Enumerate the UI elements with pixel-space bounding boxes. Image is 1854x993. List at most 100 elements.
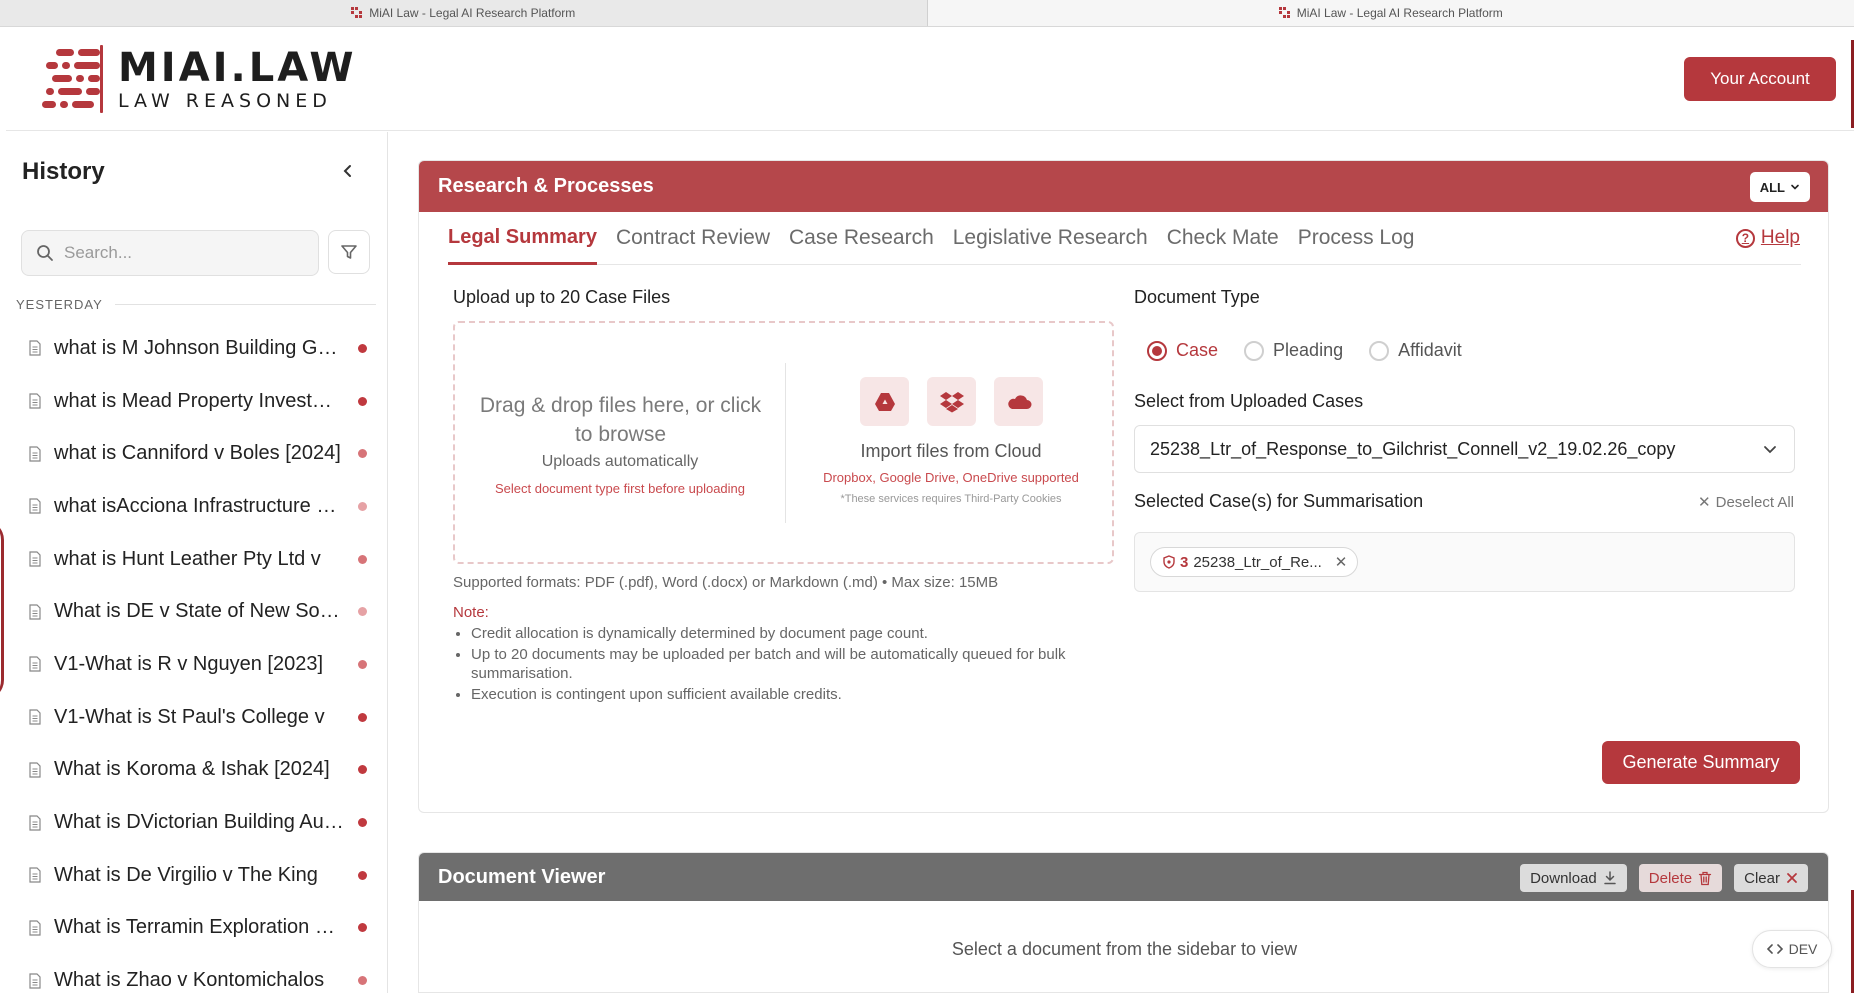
history-item[interactable]: What is Terramin Exploration Pty Ltd (6, 902, 387, 955)
help-label: Help (1760, 227, 1800, 248)
history-item[interactable]: what is M Johnson Building Group Pty Ltd (6, 322, 387, 375)
clear-button[interactable]: Clear (1734, 864, 1808, 892)
document-viewer: Document Viewer Download Delete Clear Se… (418, 852, 1829, 993)
case-chip: 3 25238_Ltr_of_Re... ✕ (1150, 547, 1359, 577)
logo[interactable]: MIAI.LAW LAW REASONED (42, 45, 357, 115)
your-account-button[interactable]: Your Account (1684, 57, 1836, 101)
status-dot (358, 659, 367, 669)
status-dot (358, 870, 367, 880)
history-item-label: V1-What is St Paul's College v (54, 705, 325, 728)
collapse-sidebar-button[interactable] (336, 160, 360, 184)
status-dot (358, 501, 367, 511)
edge-arc (0, 520, 4, 700)
history-item-label: what is Hunt Leather Pty Ltd v (54, 547, 321, 570)
tab-check-mate[interactable]: Check Mate (1167, 219, 1279, 265)
app-header: MIAI.LAW LAW REASONED Your Account (6, 27, 1854, 131)
auto-upload-text: Uploads automatically (541, 453, 699, 470)
research-tabs: Legal Summary Contract Review Case Resea… (448, 219, 1801, 265)
cloud-import: Import files from Cloud Dropbox, Google … (786, 323, 1116, 562)
all-filter-dropdown[interactable]: ALL (1749, 172, 1810, 202)
tab-process-log[interactable]: Process Log (1298, 219, 1415, 265)
radio-label: Case (1176, 340, 1219, 360)
history-item[interactable]: what is Hunt Leather Pty Ltd v (6, 533, 387, 586)
status-dot (358, 765, 367, 775)
history-item[interactable]: What is Koroma & Ishak [2024] (6, 744, 387, 797)
status-dot (358, 554, 367, 564)
dev-toggle-button[interactable]: DEV (1752, 930, 1832, 968)
history-sidebar: History YESTERDAY what is M Johnson Buil… (6, 132, 388, 993)
history-item[interactable]: What is Zhao v Kontomichalos (6, 954, 387, 993)
generate-summary-button[interactable]: Generate Summary (1602, 741, 1800, 784)
logo-mark-icon (42, 45, 112, 115)
radio-empty-icon (1369, 340, 1390, 361)
file-drop-area[interactable]: Drag & drop files here, or click to brow… (455, 323, 785, 562)
status-dot (358, 343, 367, 353)
status-dot (358, 449, 367, 459)
document-icon (29, 656, 41, 673)
section-label: YESTERDAY (16, 297, 376, 312)
filter-button[interactable] (328, 230, 370, 274)
drag-drop-text: Drag & drop files here, or click to brow… (479, 394, 762, 446)
history-item[interactable]: What is DE v State of New South Wales (6, 585, 387, 638)
brand-name: MIAI.LAW (118, 45, 357, 91)
history-item-label: what is M Johnson Building Group Pty Ltd (54, 336, 344, 359)
history-item-label: What is Zhao v Kontomichalos (54, 969, 325, 992)
cookie-note: *These services requires Third-Party Coo… (840, 493, 1062, 505)
history-item[interactable]: what is Canniford v Boles [2024] (6, 427, 387, 480)
history-item[interactable]: what is Mead Property Investments (6, 375, 387, 428)
download-button[interactable]: Download (1520, 864, 1627, 892)
history-item[interactable]: V1-What is St Paul's College v (6, 691, 387, 744)
supported-formats: Supported formats: PDF (.pdf), Word (.do… (453, 574, 999, 591)
select-cases-title: Select from Uploaded Cases (1134, 391, 1364, 411)
dropbox-button[interactable] (927, 377, 976, 426)
history-item[interactable]: What is De Virgilio v The King (6, 849, 387, 902)
note-item: Credit allocation is dynamically determi… (471, 624, 1111, 644)
close-icon (1787, 873, 1797, 883)
onedrive-button[interactable] (994, 377, 1043, 426)
viewer-empty-text: Select a document from the sidebar to vi… (951, 939, 1298, 959)
browser-tab[interactable]: MiAI Law - Legal AI Research Platform (0, 0, 927, 26)
viewer-header: Document Viewer Download Delete Clear (419, 853, 1828, 901)
radio-label: Pleading (1273, 340, 1344, 360)
tab-legal-summary[interactable]: Legal Summary (448, 219, 597, 265)
google-drive-icon (874, 392, 895, 411)
tab-case-research[interactable]: Case Research (789, 219, 934, 265)
sidebar-title: History (22, 158, 105, 185)
document-icon (29, 446, 41, 462)
document-icon (29, 920, 41, 936)
radio-case[interactable]: Case (1147, 340, 1218, 361)
document-icon (29, 762, 41, 778)
remove-chip-icon[interactable]: ✕ (1335, 553, 1348, 571)
chevron-down-icon (1764, 446, 1776, 454)
help-link[interactable]: ? Help (1735, 227, 1800, 249)
history-item-label: What is DVictorian Building Authority (54, 811, 344, 834)
status-dot (358, 712, 367, 722)
status-dot (358, 923, 367, 933)
history-item-label: What is DE v State of New South Wales (54, 600, 344, 623)
uploaded-cases-select[interactable]: 25238_Ltr_of_Response_to_Gilchrist_Conne… (1134, 425, 1795, 473)
code-icon (1766, 944, 1783, 954)
history-item[interactable]: what isAcciona Infrastructure Projects (6, 480, 387, 533)
history-item[interactable]: V1-What is R v Nguyen [2023] (6, 638, 387, 691)
tab-legislative-research[interactable]: Legislative Research (953, 219, 1148, 265)
status-dot (358, 396, 367, 406)
dev-label: DEV (1788, 941, 1818, 957)
browser-tab-bar: MiAI Law - Legal AI Research Platform Mi… (0, 0, 1854, 27)
search-input[interactable] (64, 243, 294, 263)
history-item[interactable]: What is DVictorian Building Authority (6, 796, 387, 849)
history-item-label: what is Mead Property Investments (54, 389, 344, 412)
chevron-left-icon (343, 165, 351, 177)
all-filter-label: ALL (1759, 179, 1785, 195)
tab-contract-review[interactable]: Contract Review (616, 219, 770, 265)
browser-tab-title: MiAI Law - Legal AI Research Platform (1296, 6, 1503, 20)
document-icon (29, 551, 41, 567)
download-icon (1604, 871, 1616, 885)
radio-pleading[interactable]: Pleading (1244, 340, 1343, 361)
radio-affidavit[interactable]: Affidavit (1369, 340, 1462, 361)
deselect-all-button[interactable]: ✕ Deselect All (1698, 493, 1794, 512)
google-drive-button[interactable] (860, 377, 909, 426)
delete-button[interactable]: Delete (1638, 864, 1723, 892)
note-item: Execution is contingent upon sufficient … (471, 685, 1111, 705)
research-panel: Research & Processes ALL Legal Summary C… (418, 160, 1829, 813)
browser-tab[interactable]: MiAI Law - Legal AI Research Platform (926, 0, 1854, 26)
